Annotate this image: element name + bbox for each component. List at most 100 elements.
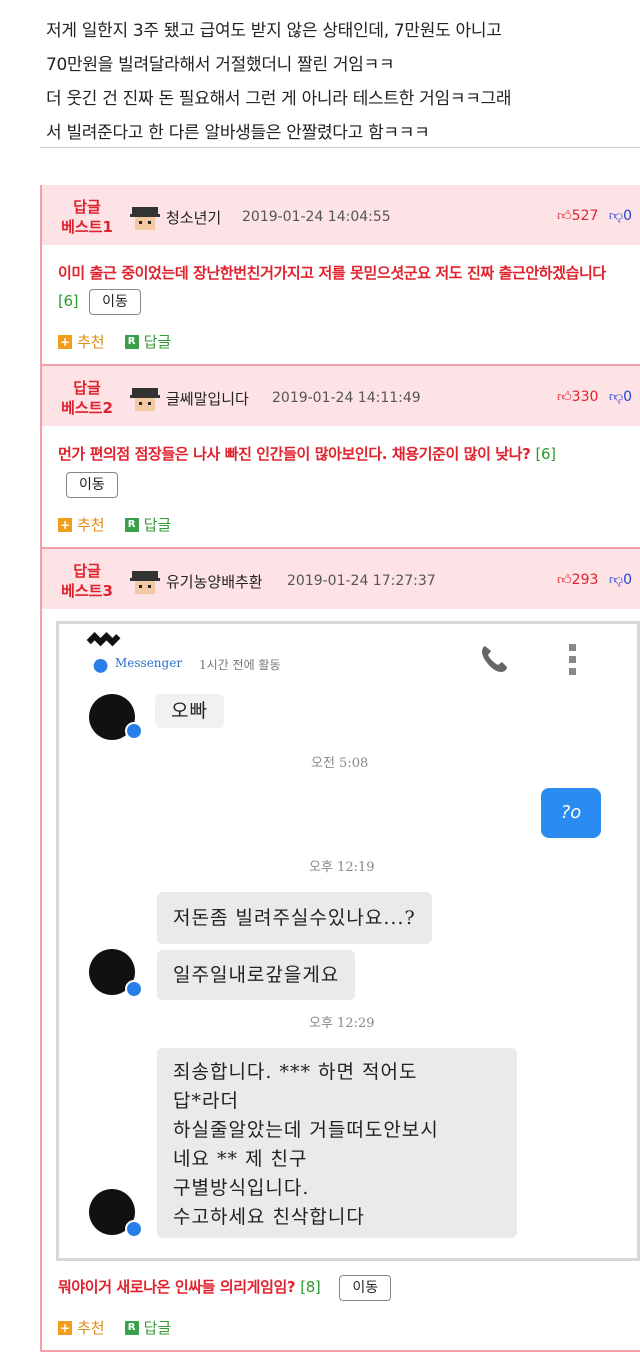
comment-text: 먼가 편의점 점장들은 나사 빠진 인간들이 많아보인다. 채용기준이 많이 낮… bbox=[58, 445, 531, 463]
plus-icon: + bbox=[58, 334, 72, 349]
recommend-button[interactable]: + 추천 bbox=[58, 1317, 105, 1338]
vote-counts: 👍︎527 👎︎0 bbox=[557, 207, 632, 224]
best-label-top: 답글 bbox=[73, 562, 101, 580]
comment-date: 2019-01-24 14:11:49 bbox=[272, 390, 421, 406]
comment-best-1: 답글 베스트1 청소년기 2019-01-24 14:04:55 👍︎527 👎… bbox=[42, 185, 640, 366]
best-rank-label: 답글 베스트3 bbox=[56, 561, 118, 601]
intro-line: 서 빌려준다고 한 다른 알바생들은 안짤렸다고 함ㅋㅋㅋ bbox=[46, 123, 430, 143]
recommend-label: 추천 bbox=[77, 333, 105, 351]
message-line: 네요 ** 제 친구 bbox=[173, 1148, 308, 1170]
comment-actions: + 추천 R 답글 bbox=[42, 1301, 640, 1350]
active-status: 1시간 전에 활동 bbox=[199, 658, 281, 672]
phone-icon[interactable] bbox=[477, 642, 511, 676]
timestamp: 오후 12:19 bbox=[309, 860, 375, 875]
comment-date: 2019-01-24 14:04:55 bbox=[242, 209, 391, 225]
intro-line: 더 웃긴 건 진짜 돈 필요해서 그런 게 아니라 테스트한 거임ㅋㅋ그래 bbox=[46, 89, 512, 109]
intro-text: 저게 일한지 3주 됐고 급여도 받지 않은 상태인데, 7만원도 아니고 70… bbox=[0, 0, 640, 143]
upvote-count: 330 bbox=[571, 389, 599, 405]
reply-label: 답글 bbox=[143, 1319, 172, 1337]
downvote-count: 0 bbox=[623, 208, 632, 224]
messenger-header bbox=[86, 631, 121, 673]
divider bbox=[40, 147, 640, 148]
best-comment-list: 답글 베스트1 청소년기 2019-01-24 14:04:55 👍︎527 👎… bbox=[40, 185, 640, 1352]
comment-body: 뭐야이거 새로나온 인싸들 의리게임임? [8] 이동 bbox=[42, 1261, 640, 1301]
move-button[interactable]: 이동 bbox=[339, 1274, 392, 1301]
thumbs-down-icon[interactable]: 👎︎ bbox=[609, 389, 623, 405]
message-line: 하실줄알았는데 거들떠도안보시 bbox=[173, 1119, 439, 1141]
timestamp: 오전 5:08 bbox=[311, 756, 369, 771]
reply-button[interactable]: R 답글 bbox=[124, 331, 172, 352]
upvote-count: 527 bbox=[571, 208, 599, 224]
thumbs-up-icon[interactable]: 👍︎ bbox=[557, 208, 572, 224]
recommend-label: 추천 bbox=[77, 1319, 105, 1337]
timestamp: 오후 12:29 bbox=[309, 1016, 375, 1031]
nickname[interactable]: 글쎄말입니다 bbox=[166, 388, 249, 409]
comment-header: 답글 베스트3 유기농양배추환 2019-01-24 17:27:37 👍︎29… bbox=[42, 549, 640, 609]
comment-body: 먼가 편의점 점장들은 나사 빠진 인간들이 많아보인다. 채용기준이 많이 낮… bbox=[42, 426, 640, 498]
reply-button[interactable]: R 답글 bbox=[124, 1317, 172, 1338]
plus-icon: + bbox=[58, 517, 72, 532]
message-bubble: 오빠 bbox=[155, 694, 224, 728]
downvote-count: 0 bbox=[623, 389, 632, 405]
upvote-count: 293 bbox=[571, 572, 599, 588]
comment-header: 답글 베스트2 글쎄말입니다 2019-01-24 14:11:49 👍︎330… bbox=[42, 366, 640, 426]
comment-best-2: 답글 베스트2 글쎄말입니다 2019-01-24 14:11:49 👍︎330… bbox=[42, 366, 640, 549]
recommend-button[interactable]: + 추천 bbox=[58, 514, 105, 535]
message-line: 답*라더 bbox=[173, 1090, 239, 1112]
move-button[interactable]: 이동 bbox=[66, 472, 118, 498]
comment-body: 이미 출근 중이었는데 장난한번친거가지고 저를 못믿으셧군요 저도 진짜 출근… bbox=[42, 245, 640, 315]
message-bubble-long: 죄송합니다. *** 하면 적어도 답*라더 하실줄알았는데 거들떠도안보시 네… bbox=[157, 1048, 517, 1238]
downvote-count: 0 bbox=[623, 572, 632, 588]
comment-best-3: 답글 베스트3 유기농양배추환 2019-01-24 17:27:37 👍︎29… bbox=[42, 549, 640, 1352]
thumbs-up-icon[interactable]: 👍︎ bbox=[557, 389, 572, 405]
comment-actions: + 추천 R 답글 bbox=[42, 315, 640, 364]
my-message-bubble: ?o bbox=[541, 788, 601, 838]
best-label-top: 답글 bbox=[73, 379, 101, 397]
reply-label: 답글 bbox=[143, 516, 172, 534]
reply-count: [6] bbox=[535, 445, 556, 463]
messenger-app-name: Messenger bbox=[115, 656, 183, 670]
message-line: 죄송합니다. *** 하면 적어도 bbox=[173, 1061, 418, 1083]
reply-label: 답글 bbox=[143, 333, 172, 351]
more-menu-icon[interactable] bbox=[567, 642, 579, 676]
avatar-icon bbox=[130, 571, 160, 594]
reply-icon: R bbox=[124, 334, 139, 349]
messenger-screenshot-image: Messenger 1시간 전에 활동 오빠 오전 5:08 ?o 오후 12:… bbox=[56, 621, 640, 1261]
reply-count: [8] bbox=[300, 1278, 321, 1296]
thumbs-down-icon[interactable]: 👎︎ bbox=[609, 208, 623, 224]
message-bubble: 저돈좀 빌려주실수있나요...? bbox=[157, 892, 432, 944]
vote-counts: 👍︎293 👎︎0 bbox=[557, 571, 632, 588]
message-line: 구별방식입니다. bbox=[173, 1177, 310, 1199]
scribble-mark bbox=[86, 631, 121, 647]
messenger-badge-icon bbox=[125, 980, 143, 998]
move-button[interactable]: 이동 bbox=[89, 288, 141, 315]
best-label-bottom: 베스트3 bbox=[61, 582, 113, 600]
intro-line: 70만원을 빌려달라해서 거절했더니 짤린 거임ㅋㅋ bbox=[46, 55, 395, 75]
best-rank-label: 답글 베스트2 bbox=[56, 378, 118, 418]
messenger-badge-icon bbox=[125, 1220, 143, 1238]
recommend-button[interactable]: + 추천 bbox=[58, 331, 105, 352]
plus-icon: + bbox=[58, 1320, 72, 1335]
comment-text: 뭐야이거 새로나온 인싸들 의리게임임? bbox=[58, 1278, 296, 1296]
comment-header: 답글 베스트1 청소년기 2019-01-24 14:04:55 👍︎527 👎… bbox=[42, 185, 640, 245]
messenger-badge-icon bbox=[125, 722, 143, 740]
thumbs-down-icon[interactable]: 👎︎ bbox=[609, 572, 623, 588]
avatar-icon bbox=[130, 388, 160, 411]
nickname[interactable]: 청소년기 bbox=[166, 207, 221, 228]
reply-button[interactable]: R 답글 bbox=[124, 514, 172, 535]
best-label-bottom: 베스트1 bbox=[61, 218, 113, 236]
comment-date: 2019-01-24 17:27:37 bbox=[287, 573, 436, 589]
best-rank-label: 답글 베스트1 bbox=[56, 197, 118, 237]
avatar-icon bbox=[130, 207, 160, 230]
thumbs-up-icon[interactable]: 👍︎ bbox=[557, 572, 572, 588]
message-line: 수고하세요 친삭합니다 bbox=[173, 1206, 365, 1228]
intro-line: 저게 일한지 3주 됐고 급여도 받지 않은 상태인데, 7만원도 아니고 bbox=[46, 21, 502, 41]
best-label-bottom: 베스트2 bbox=[61, 399, 113, 417]
reply-count: [6] bbox=[58, 292, 79, 310]
reply-icon: R bbox=[124, 1320, 139, 1335]
comment-text: 이미 출근 중이었는데 장난한번친거가지고 저를 못믿으셧군요 저도 진짜 출근… bbox=[58, 264, 606, 282]
comment-actions: + 추천 R 답글 bbox=[42, 498, 640, 547]
vote-counts: 👍︎330 👎︎0 bbox=[557, 388, 632, 405]
best-label-top: 답글 bbox=[73, 198, 101, 216]
nickname[interactable]: 유기농양배추환 bbox=[166, 571, 263, 592]
